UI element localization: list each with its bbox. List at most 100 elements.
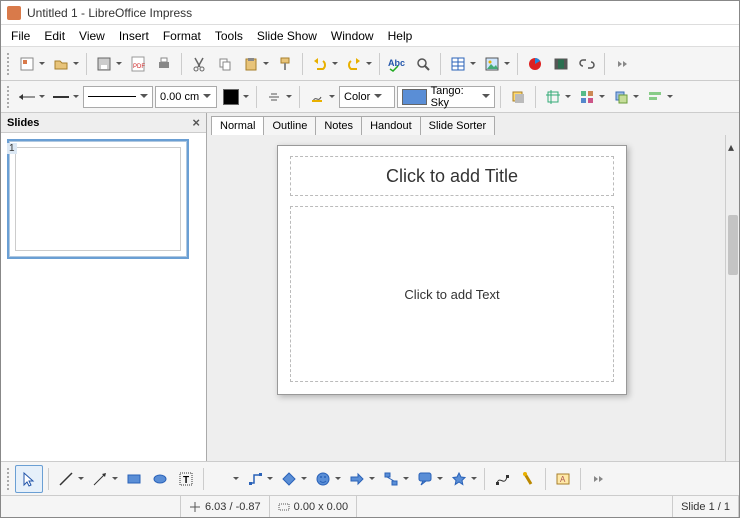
paste-button[interactable] (239, 52, 263, 76)
stars-tool[interactable] (447, 467, 471, 491)
text-tool[interactable]: T (174, 467, 198, 491)
menu-view[interactable]: View (73, 27, 111, 45)
status-coords: 6.03 / -0.87 (205, 501, 261, 513)
undo-button[interactable] (308, 52, 332, 76)
curve-tool[interactable] (209, 467, 233, 491)
media-button[interactable] (549, 52, 573, 76)
copy-button[interactable] (213, 52, 237, 76)
ellipse-tool[interactable] (148, 467, 172, 491)
filter-button[interactable] (575, 85, 599, 109)
main-area: Normal Outline Notes Handout Slide Sorte… (207, 113, 739, 461)
line-width-combo[interactable]: 0.00 cm (155, 86, 217, 108)
edit-points-tool[interactable] (490, 467, 514, 491)
flowchart-tool[interactable] (379, 467, 403, 491)
fill-mode-combo[interactable]: Color (339, 86, 395, 108)
toolbar-handle[interactable] (7, 53, 11, 75)
tab-outline[interactable]: Outline (263, 116, 316, 135)
line-arrow-style[interactable] (15, 85, 39, 109)
work-area: Slides × 1 Normal Outline Notes Handout … (1, 113, 739, 461)
slide-thumbnail[interactable]: 1 (7, 139, 189, 259)
tab-normal[interactable]: Normal (211, 116, 264, 135)
chart-button[interactable] (523, 52, 547, 76)
basic-shapes-tool[interactable] (277, 467, 301, 491)
status-info (1, 496, 181, 517)
scroll-up-icon[interactable]: ▴ (728, 140, 738, 150)
line-style[interactable] (49, 85, 73, 109)
shadow-button[interactable] (262, 85, 286, 109)
line-fill-toolbar: 0.00 cm Color Tango: Sky (1, 81, 739, 113)
slide-thumb-preview (15, 147, 181, 251)
slides-panel-title: Slides (7, 117, 39, 129)
export-pdf-button[interactable]: PDF (126, 52, 150, 76)
menu-bar: File Edit View Insert Format Tools Slide… (1, 25, 739, 47)
svg-text:A: A (560, 475, 566, 484)
redo-button[interactable] (342, 52, 366, 76)
table-button[interactable] (446, 52, 470, 76)
title-placeholder[interactable]: Click to add Title (290, 156, 614, 196)
new-button[interactable] (15, 52, 39, 76)
fontwork-tool[interactable]: A (551, 467, 575, 491)
window-title: Untitled 1 - LibreOffice Impress (27, 6, 192, 20)
status-slide-cell: Slide 1 / 1 (673, 496, 739, 517)
line-style-combo[interactable] (83, 86, 153, 108)
menu-slideshow[interactable]: Slide Show (251, 27, 323, 45)
spellcheck-button[interactable]: Abc (385, 52, 409, 76)
menu-file[interactable]: File (5, 27, 36, 45)
block-arrows-tool[interactable] (345, 467, 369, 491)
status-coords-cell: 6.03 / -0.87 (181, 496, 270, 517)
clone-format-button[interactable] (273, 52, 297, 76)
status-bar: 6.03 / -0.87 0.00 x 0.00 Slide 1 / 1 (1, 495, 739, 517)
rectangle-tool[interactable] (122, 467, 146, 491)
tab-handout[interactable]: Handout (361, 116, 421, 135)
scroll-thumb[interactable] (728, 215, 738, 275)
menu-tools[interactable]: Tools (209, 27, 249, 45)
fill-mode-value: Color (344, 91, 370, 103)
menu-window[interactable]: Window (325, 27, 380, 45)
status-slide: Slide 1 / 1 (681, 501, 730, 513)
canvas-area[interactable]: Click to add Title Click to add Text (207, 135, 739, 461)
save-button[interactable] (92, 52, 116, 76)
status-spacer (357, 496, 673, 517)
menu-edit[interactable]: Edit (38, 27, 71, 45)
menu-help[interactable]: Help (382, 27, 419, 45)
symbol-shapes-tool[interactable] (311, 467, 335, 491)
fill-color-swatch (402, 89, 427, 105)
select-tool[interactable] (15, 465, 43, 493)
size-icon (278, 501, 290, 513)
area-style-button[interactable] (305, 85, 329, 109)
more-drawing[interactable] (586, 467, 610, 491)
align-button[interactable] (643, 85, 667, 109)
crop-button[interactable] (541, 85, 565, 109)
fill-color-name: Tango: Sky (431, 85, 478, 109)
print-button[interactable] (152, 52, 176, 76)
tab-slidesorter[interactable]: Slide Sorter (420, 116, 495, 135)
slide-canvas[interactable]: Click to add Title Click to add Text (277, 145, 627, 395)
tab-notes[interactable]: Notes (315, 116, 362, 135)
text-placeholder[interactable]: Click to add Text (290, 206, 614, 382)
shadow-toggle[interactable] (506, 85, 530, 109)
open-button[interactable] (49, 52, 73, 76)
status-size-cell: 0.00 x 0.00 (270, 496, 357, 517)
cut-button[interactable] (187, 52, 211, 76)
close-icon[interactable]: × (192, 115, 200, 130)
hyperlink-button[interactable] (575, 52, 599, 76)
arrow-line-tool[interactable] (88, 467, 112, 491)
connector-tool[interactable] (243, 467, 267, 491)
arrange-button[interactable] (609, 85, 633, 109)
gluepoints-tool[interactable] (516, 467, 540, 491)
line-tool[interactable] (54, 467, 78, 491)
toolbar-handle[interactable] (7, 468, 11, 490)
svg-text:PDF: PDF (133, 64, 145, 70)
image-button[interactable] (480, 52, 504, 76)
fill-color-combo[interactable]: Tango: Sky (397, 86, 495, 108)
find-button[interactable] (411, 52, 435, 76)
vertical-scrollbar[interactable]: ▴ (725, 135, 739, 461)
callout-tool[interactable] (413, 467, 437, 491)
line-color-swatch (223, 89, 239, 105)
slides-panel: Slides × 1 (1, 113, 207, 461)
toolbar-handle[interactable] (7, 86, 11, 108)
menu-insert[interactable]: Insert (113, 27, 155, 45)
menu-format[interactable]: Format (157, 27, 207, 45)
more-button[interactable] (610, 52, 634, 76)
line-color[interactable] (219, 85, 243, 109)
